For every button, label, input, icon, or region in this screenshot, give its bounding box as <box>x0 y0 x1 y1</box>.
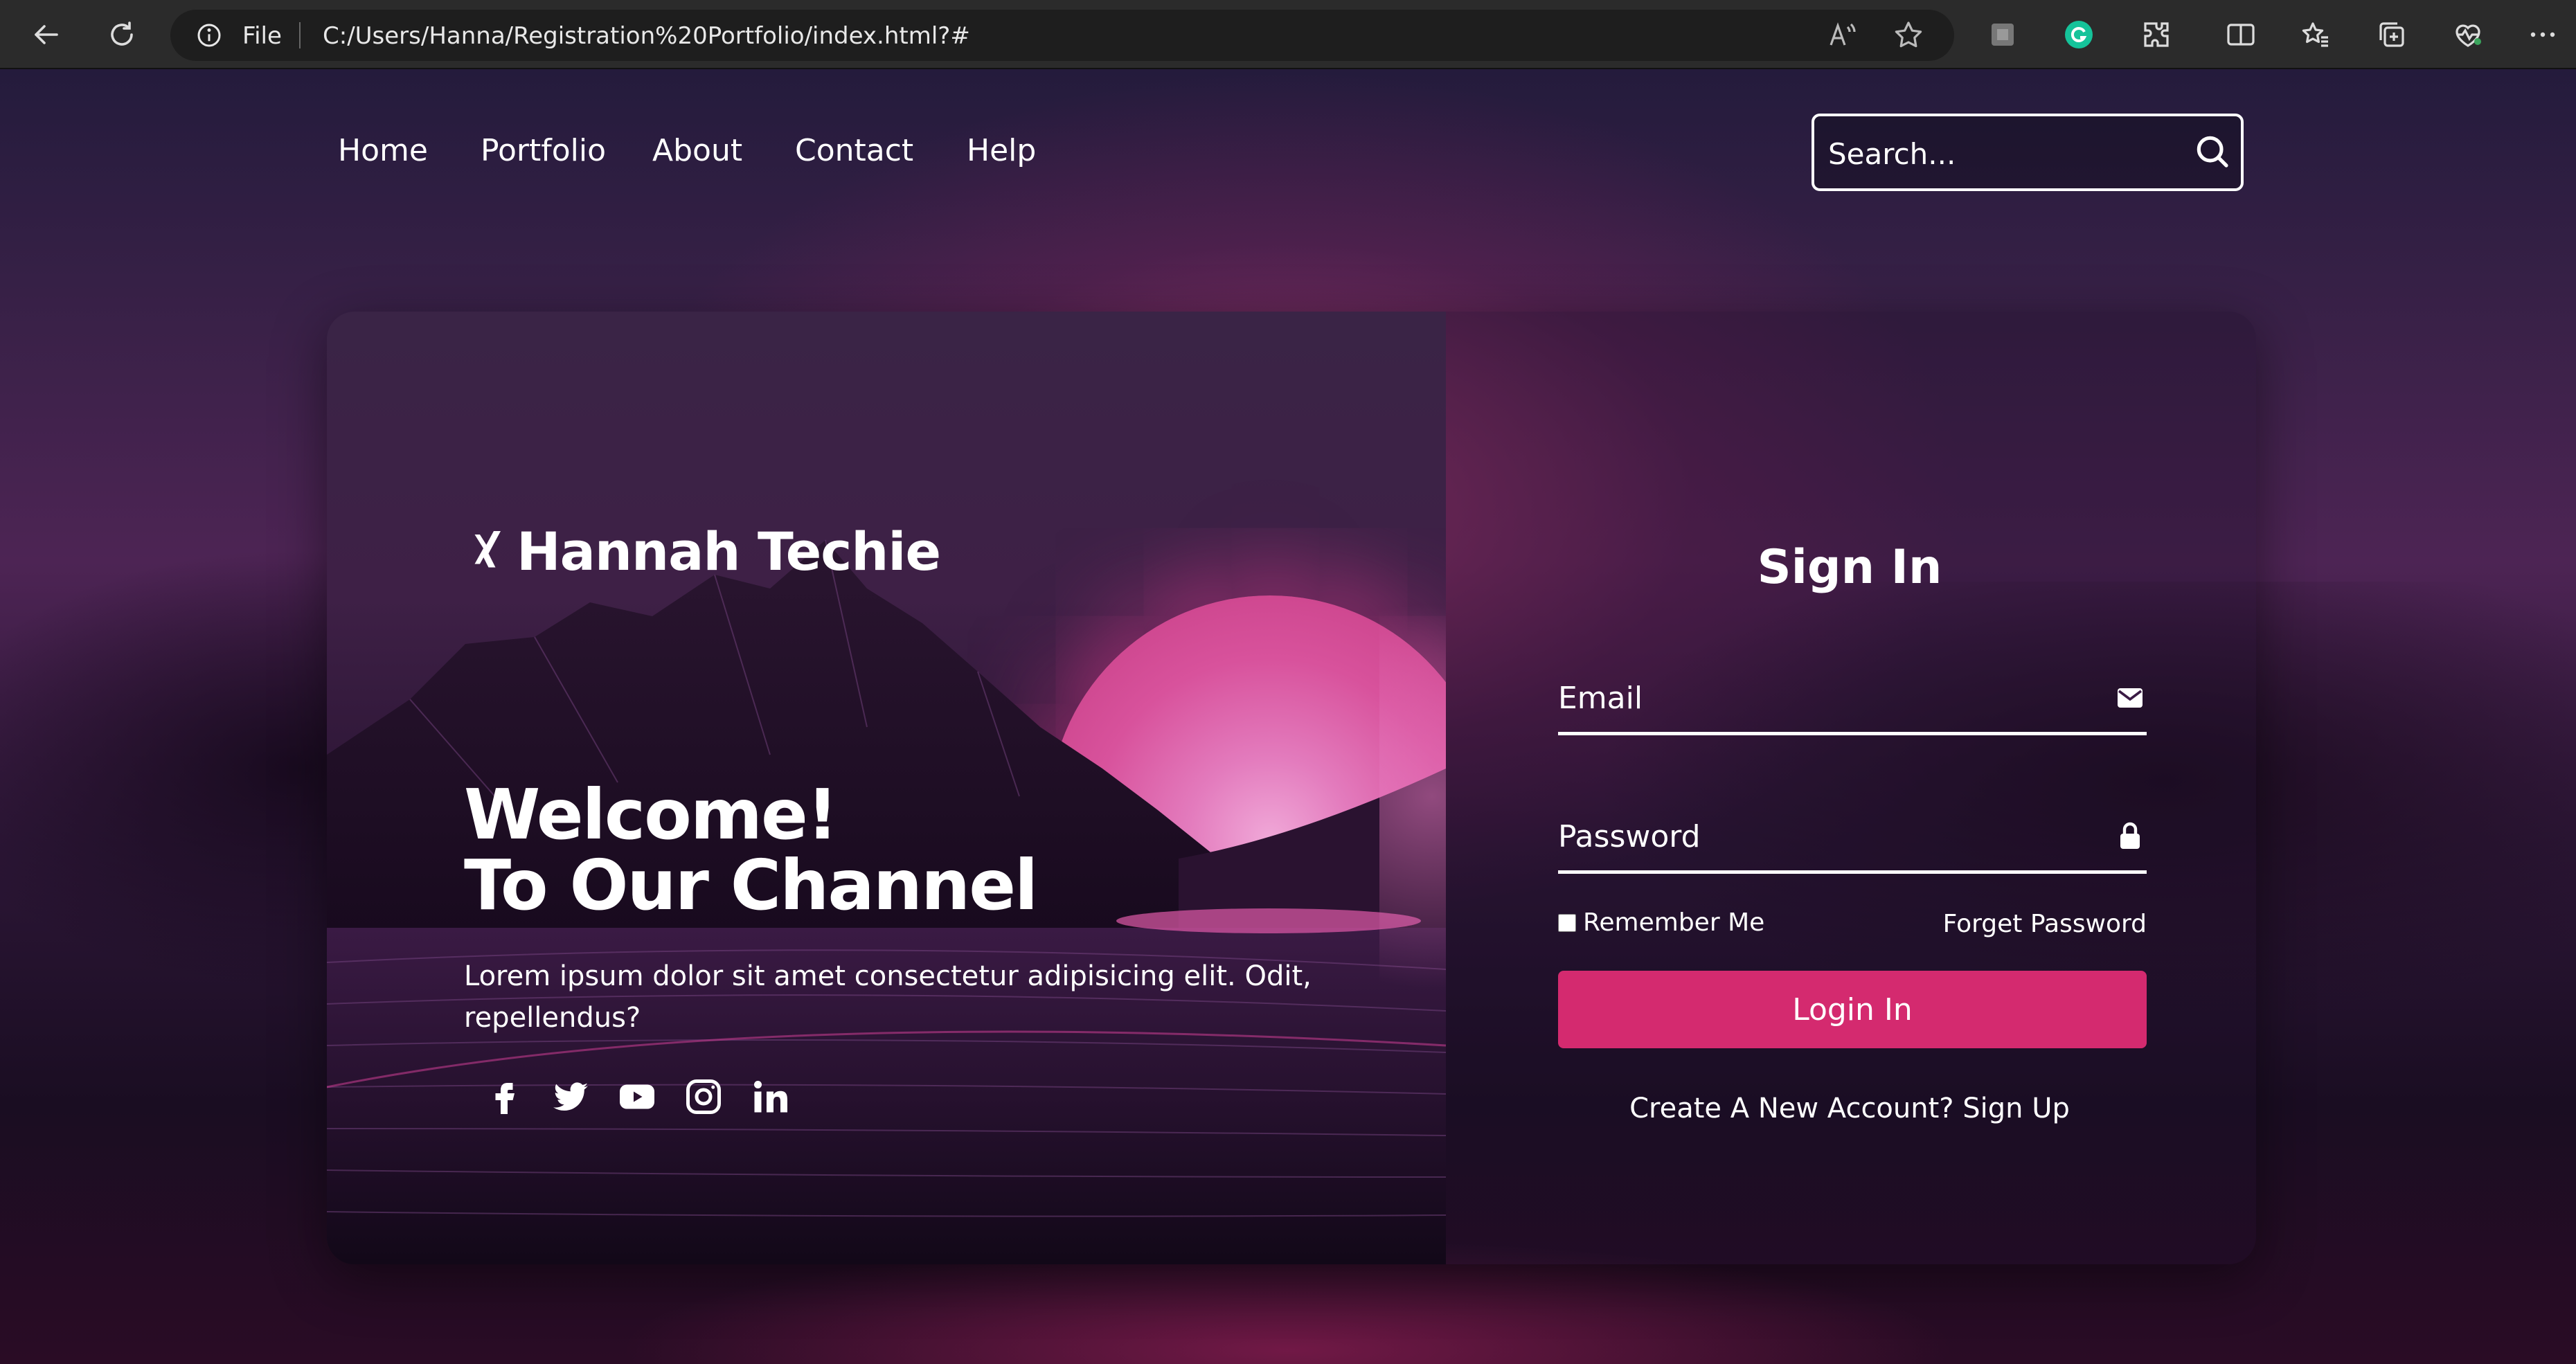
email-field-wrapper <box>1558 666 2147 735</box>
brand-name: Hannah Techie <box>517 521 941 582</box>
extensions-puzzle-icon[interactable] <box>2134 12 2179 57</box>
split-screen-icon[interactable] <box>2219 12 2263 57</box>
nav-portfolio[interactable]: Portfolio <box>481 132 606 170</box>
mail-icon <box>2118 688 2143 708</box>
refresh-icon[interactable] <box>100 12 144 57</box>
xing-logo-icon <box>474 530 501 567</box>
facebook-icon[interactable] <box>483 1076 525 1118</box>
address-scheme: File <box>242 22 282 50</box>
nav-about[interactable]: About <box>652 132 742 170</box>
lock-icon <box>2120 822 2140 849</box>
favorite-star-icon[interactable] <box>1892 19 1925 52</box>
linkedin-icon[interactable] <box>749 1076 791 1118</box>
info-icon[interactable] <box>195 21 223 49</box>
sun-glow <box>1379 602 1446 990</box>
remember-me-label: Remember Me <box>1583 908 1765 937</box>
welcome-line-2: To Our Channel <box>464 845 1038 926</box>
read-aloud-icon[interactable] <box>1825 19 1859 52</box>
back-arrow-icon[interactable] <box>24 12 68 57</box>
instagram-icon[interactable] <box>683 1076 724 1118</box>
welcome-line-1: Welcome! <box>464 774 838 855</box>
social-links <box>483 1076 816 1118</box>
address-divider <box>299 22 301 48</box>
extension-square-icon[interactable] <box>1980 12 2025 57</box>
youtube-icon[interactable] <box>616 1076 658 1118</box>
collections-icon[interactable] <box>2370 12 2414 57</box>
browser-toolbar: File C:/Users/Hanna/Registration%20Portf… <box>0 0 2576 69</box>
login-button[interactable]: Login In <box>1558 971 2147 1048</box>
address-url[interactable]: C:/Users/Hanna/Registration%20Portfolio/… <box>323 22 970 50</box>
twitter-icon[interactable] <box>550 1076 591 1118</box>
address-bar[interactable]: File C:/Users/Hanna/Registration%20Portf… <box>170 10 1954 61</box>
grammarly-icon[interactable] <box>2057 12 2101 57</box>
email-field[interactable] <box>1558 676 2084 720</box>
signin-title: Sign In <box>1757 540 1942 595</box>
login-card: Hannah Techie Welcome! To Our Channel Lo… <box>327 312 2256 1264</box>
search-box <box>1812 114 2244 191</box>
nav-help[interactable]: Help <box>967 132 1036 170</box>
search-icon[interactable] <box>2192 132 2231 170</box>
more-menu-icon[interactable] <box>2521 12 2565 57</box>
password-field-wrapper <box>1558 805 2147 874</box>
page-content: Home Portfolio About Contact Help Search… <box>0 69 2576 1364</box>
remember-me-checkbox[interactable] <box>1558 913 1576 932</box>
brand: Hannah Techie <box>469 521 941 582</box>
favorites-icon[interactable] <box>2293 12 2338 57</box>
hero-panel: Hannah Techie Welcome! To Our Channel Lo… <box>327 312 1446 1264</box>
hero-description: Lorem ipsum dolor sit amet consectetur a… <box>464 960 1312 1034</box>
password-field[interactable] <box>1558 814 2084 859</box>
signup-link[interactable]: Create A New Account? Sign Up <box>1443 1093 2256 1124</box>
nav-home[interactable]: Home <box>338 132 428 170</box>
browser-health-icon[interactable] <box>2446 12 2490 57</box>
remember-me[interactable]: Remember Me <box>1558 908 1764 937</box>
search-input[interactable] <box>1828 134 2174 173</box>
welcome-heading: Welcome! To Our Channel <box>464 780 1364 921</box>
forget-password-link[interactable]: Forget Password <box>1906 910 2147 938</box>
nav-contact[interactable]: Contact <box>795 132 913 170</box>
